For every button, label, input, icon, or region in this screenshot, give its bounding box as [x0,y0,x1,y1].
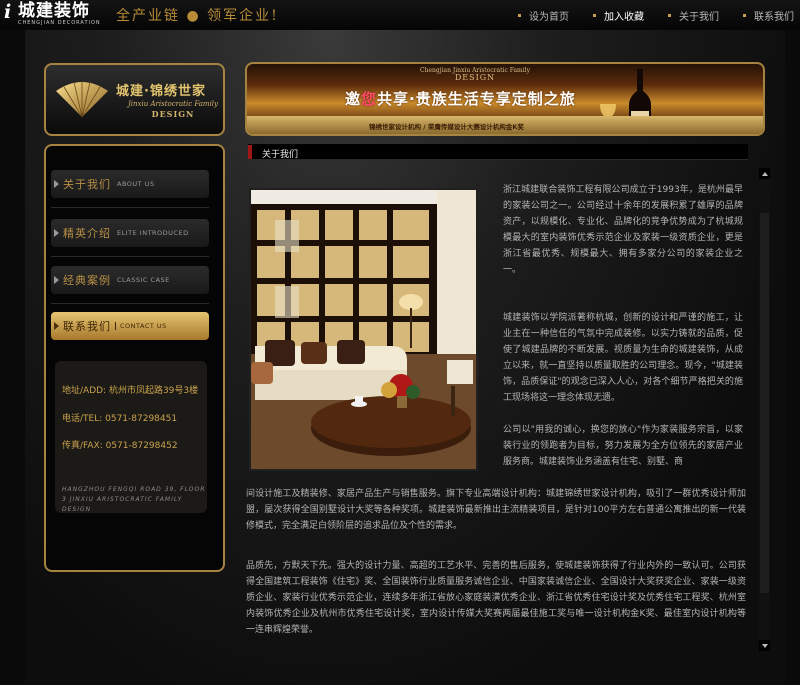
arrow-down-icon [762,644,768,648]
arrow-right-icon [54,322,59,330]
banner-subline: 锦绣世家设计机构 / 荣膺传媒设计大赛设计机构金K奖 [369,123,524,131]
sidebar-item-elite[interactable]: 精英介绍 ELITE INTRODUCED [51,219,209,247]
logo-title: 城建装饰 [18,1,90,21]
banner-headline: 邀您共享·贵族生活专享定制之旅 [345,90,576,108]
brand-title: 城建·锦绣世家 [116,84,206,99]
paragraph-quality: 城建装饰以学院派著称杭城，创新的设计和严谨的施工，让业主在一种信任的气氛中完成装… [503,313,743,403]
brand-subtitle: Jinxiu Aristocratic Family DESIGN [128,100,218,119]
bullet-icon [743,14,746,17]
logo-subtitle: CHENGJIAN DECORATION [18,20,101,26]
bullet-icon [518,14,521,17]
arrow-right-icon [54,180,59,188]
slogan: 全产业链 ● 领军企业! [116,8,279,24]
contact-english-note: HANGZHOU FENGQI ROAD 39, FLOOR 3 JINXIU … [62,486,206,513]
interior-photo [249,188,478,471]
content-heading-bar: 关于我们 [248,144,748,160]
sidebar: 关于我们 ABOUT US 精英介绍 ELITE INTRODUCED 经典案例… [44,144,225,572]
sidebar-item-classic-case[interactable]: 经典案例 CLASSIC CASE [51,266,209,294]
nav-label: 加入收藏 [604,12,644,23]
scroll-down-button[interactable] [759,640,770,651]
paragraph-awards: 品质先，方默天下先。强大的设计力量、高超的工艺水平、完善的售后服务，使城建装饰获… [246,561,746,635]
brand-panel[interactable]: 城建·锦绣世家 Jinxiu Aristocratic Family DESIG… [44,63,225,136]
sidebar-item-sublabel: ELITE INTRODUCED [117,229,189,237]
heading-marker [248,145,252,159]
logo[interactable]: i 城建装饰 CHENGJIAN DECORATION [4,2,101,26]
logo-mark: i [4,1,12,23]
nav-about-us[interactable]: 关于我们 [668,8,719,23]
bullet-icon [668,14,671,17]
scroll-up-button[interactable] [759,168,770,179]
fan-logo-icon [56,81,108,118]
banner-brand: Chengjian Jinxiu Aristocratic Family DES… [420,67,530,82]
sidebar-item-label: 精英介绍 [63,227,111,240]
arrow-right-icon [54,276,59,284]
bullet-icon [593,14,596,17]
nav-label: 设为首页 [529,12,569,23]
paragraph-brands: 间设计施工及精装修、家居产品生产与销售服务。旗下专业高端设计机构：城建锦绣世家设… [246,489,746,531]
contact-tel: 电话/TEL: 0571-87298451 [62,414,178,424]
top-bar: i 城建装饰 CHENGJIAN DECORATION 全产业链 ● 领军企业!… [0,0,800,30]
contact-fax: 传真/FAX: 0571-87298452 [62,441,178,451]
top-nav: 设为首页 加入收藏 关于我们 联系我们 [494,8,794,23]
nav-label: 联系我们 [754,12,794,23]
sidebar-item-label: 经典案例 [63,274,111,287]
content-scrollbar[interactable] [759,168,770,651]
contact-address: 地址/ADD: 杭州市凤起路39号3楼 [62,386,199,396]
sidebar-item-sublabel: CONTACT US [115,322,167,330]
scroll-thumb[interactable] [760,213,769,593]
nav-add-favorite[interactable]: 加入收藏 [593,8,644,23]
arrow-right-icon [54,229,59,237]
sidebar-item-contact-us[interactable]: 联系我们 CONTACT US [51,312,209,340]
paragraph-intro: 浙江城建联合装饰工程有限公司成立于1993年，是杭州最早的家装公司之一。公司经过… [503,185,743,275]
living-room-image [251,190,476,469]
page-title: 关于我们 [262,150,299,160]
promo-banner[interactable]: Chengjian Jinxiu Aristocratic Family DES… [245,62,765,136]
arrow-up-icon [762,172,768,176]
contact-card: 地址/ADD: 杭州市凤起路39号3楼 电话/TEL: 0571-8729845… [55,361,207,513]
sidebar-item-sublabel: CLASSIC CASE [117,276,170,284]
nav-set-homepage[interactable]: 设为首页 [518,8,569,23]
nav-label: 关于我们 [679,12,719,23]
nav-contact-us[interactable]: 联系我们 [743,8,794,23]
sidebar-item-about-us[interactable]: 关于我们 ABOUT US [51,170,209,198]
sidebar-item-label: 关于我们 [63,178,111,191]
sidebar-item-label: 联系我们 [63,320,111,333]
sidebar-item-sublabel: ABOUT US [117,180,155,188]
paragraph-service: 公司以"用我的诚心，换您的放心"作为家装服务宗旨，以家装行业的领跑者为目标，努力… [503,425,743,467]
